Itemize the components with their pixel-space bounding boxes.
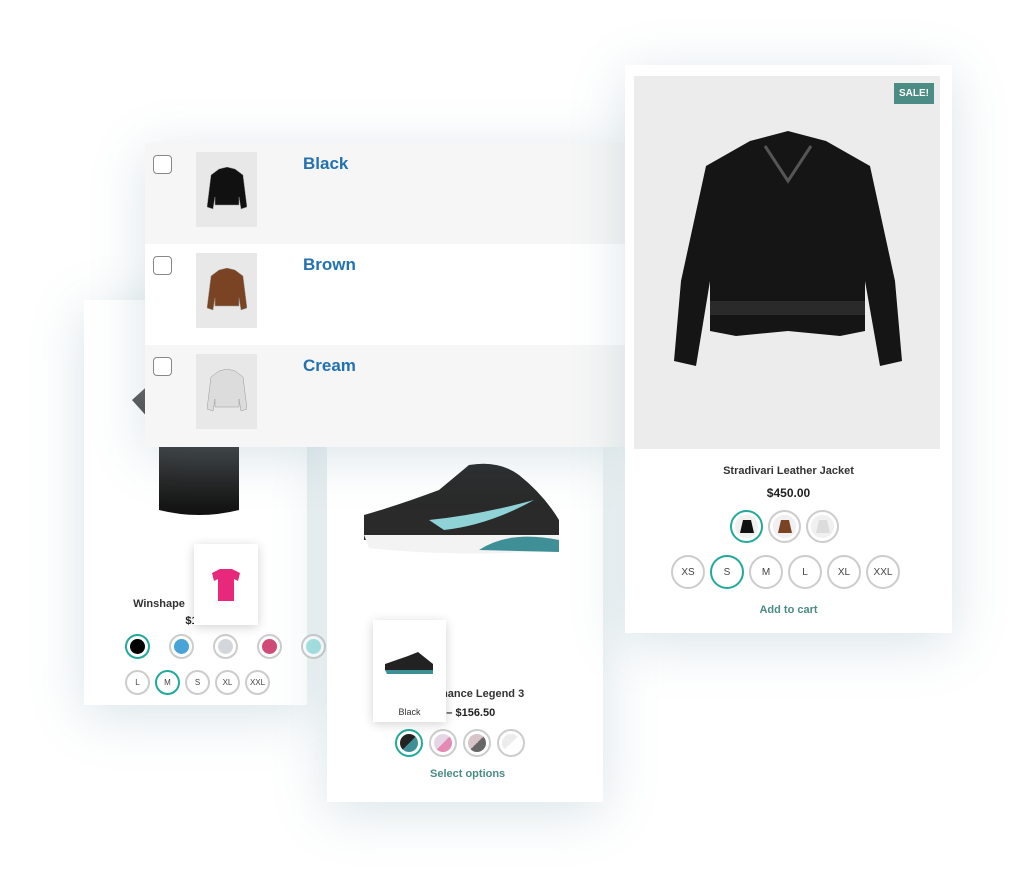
swatch-fill — [129, 638, 146, 655]
swatch-fill — [433, 733, 453, 753]
variation-label[interactable]: Black — [303, 154, 348, 174]
size-swatch[interactable]: M — [749, 555, 783, 589]
product-card-stradivari: SALE! Stradivari Leather Jacket $450.00 … — [625, 65, 952, 633]
color-swatch[interactable] — [125, 634, 150, 659]
product-price: $450.00 — [766, 486, 811, 500]
table-row: Brown — [145, 244, 625, 346]
size-swatch[interactable]: XL — [827, 555, 861, 589]
add-to-cart-link[interactable]: Add to cart — [625, 604, 952, 616]
swatch-fill — [467, 733, 487, 753]
variation-thumbnail — [196, 354, 257, 429]
jacket-thumbnail — [206, 267, 247, 310]
shoe-image — [364, 463, 559, 554]
variation-label[interactable]: Brown — [303, 255, 356, 275]
color-swatch[interactable] — [806, 510, 839, 543]
swatch-fill — [217, 638, 234, 655]
variation-thumbnail — [196, 253, 257, 328]
swatch-fill — [399, 733, 419, 753]
product-image[interactable]: SALE! — [634, 76, 940, 449]
color-swatch[interactable] — [301, 634, 326, 659]
color-swatch[interactable] — [257, 634, 282, 659]
color-swatch[interactable] — [395, 729, 423, 757]
size-swatch[interactable]: S — [185, 670, 210, 695]
variation-thumbnail — [196, 152, 257, 227]
color-swatch[interactable] — [730, 510, 763, 543]
size-swatch[interactable]: M — [155, 670, 180, 695]
swatch-fill — [261, 638, 278, 655]
size-swatch[interactable]: S — [710, 555, 744, 589]
color-swatch[interactable] — [463, 729, 491, 757]
table-row: Black — [145, 143, 625, 245]
leather-jacket-image — [674, 131, 902, 366]
size-swatch[interactable]: L — [125, 670, 150, 695]
color-swatch[interactable] — [169, 634, 194, 659]
jacket-thumbnail — [206, 368, 247, 411]
jacket-thumbnail — [206, 166, 247, 209]
swatch-tooltip: Black — [373, 620, 446, 722]
jacket-swatch-image — [735, 515, 758, 538]
select-options-link[interactable]: Select options — [430, 768, 505, 780]
row-checkbox[interactable] — [153, 357, 172, 376]
color-tooltip — [194, 544, 258, 625]
size-swatch[interactable]: L — [788, 555, 822, 589]
size-swatch[interactable]: XXL — [866, 555, 900, 589]
product-price: $1 — [185, 615, 198, 627]
product-card-legend: ormance Legend 3 99 – $156.50 Select opt… — [327, 445, 603, 802]
row-checkbox[interactable] — [153, 256, 172, 275]
color-swatch[interactable] — [429, 729, 457, 757]
swatch-fill — [305, 638, 322, 655]
swatch-fill — [173, 638, 190, 655]
size-swatch[interactable]: XXL — [245, 670, 270, 695]
pink-shirt-image — [212, 568, 240, 601]
row-checkbox[interactable] — [153, 155, 172, 174]
tooltip-label: Black — [398, 707, 421, 717]
sale-badge: SALE! — [894, 83, 934, 104]
color-swatch[interactable] — [768, 510, 801, 543]
color-swatch[interactable] — [213, 634, 238, 659]
product-title[interactable]: Stradivari Leather Jacket — [625, 465, 952, 477]
jacket-swatch-image — [811, 515, 834, 538]
variation-label[interactable]: Cream — [303, 356, 356, 376]
table-row: Cream — [145, 345, 625, 447]
jacket-swatch-image — [773, 515, 796, 538]
swatch-fill — [501, 733, 521, 753]
color-swatch[interactable] — [497, 729, 525, 757]
size-swatch[interactable]: XL — [215, 670, 240, 695]
size-swatch[interactable]: XS — [671, 555, 705, 589]
shoe-thumbnail — [385, 652, 433, 674]
